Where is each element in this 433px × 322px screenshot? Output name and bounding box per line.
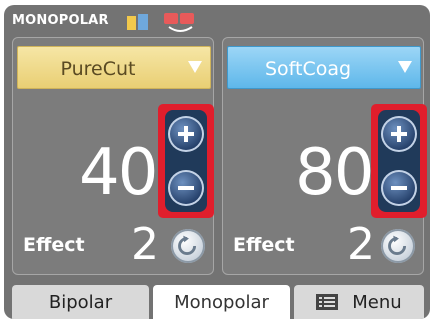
cut-effect-label: Effect xyxy=(23,234,85,256)
menu-list-icon xyxy=(316,294,339,310)
coag-increase-button[interactable] xyxy=(381,116,417,152)
plus-icon xyxy=(391,126,407,142)
coag-power-adjust-highlight xyxy=(371,104,427,218)
coag-mode-dropdown[interactable]: SoftCoag xyxy=(227,46,421,89)
tab-monopolar[interactable]: Monopolar xyxy=(153,285,290,319)
cut-effect-cycle-button[interactable] xyxy=(171,229,205,263)
caret-down-icon xyxy=(398,61,412,73)
cut-mode-dropdown[interactable]: PureCut xyxy=(17,46,211,89)
cut-panel: PureCut 40 Effect 2 xyxy=(12,37,214,275)
coag-power-value: 80 xyxy=(295,136,374,210)
battery-icon xyxy=(127,14,148,30)
cut-power-adjust xyxy=(165,110,207,212)
coag-mode-label: SoftCoag xyxy=(264,58,352,80)
tab-menu-label: Menu xyxy=(352,291,402,313)
cut-power-value: 40 xyxy=(79,136,158,210)
bottom-tab-bar: Bipolar Monopolar Menu xyxy=(4,279,430,319)
cycle-icon xyxy=(388,235,407,255)
coag-effect-cycle-button[interactable] xyxy=(381,229,415,263)
coag-effect-label: Effect xyxy=(233,234,295,256)
cut-decrease-button[interactable] xyxy=(168,170,204,206)
tab-bipolar-label: Bipolar xyxy=(48,291,113,313)
tab-menu[interactable]: Menu xyxy=(294,285,424,319)
cycle-icon xyxy=(178,235,197,255)
device-screen: MONOPOLAR PureCut 40 Effect 2 SoftCoag 8… xyxy=(0,0,433,322)
display-frame: MONOPOLAR PureCut 40 Effect 2 SoftCoag 8… xyxy=(4,5,430,319)
coag-power-adjust xyxy=(378,110,420,212)
plus-icon xyxy=(178,126,194,142)
tab-bipolar[interactable]: Bipolar xyxy=(12,285,149,319)
caret-down-icon xyxy=(188,61,202,73)
coag-effect-value: 2 xyxy=(347,219,375,270)
cut-effect-value: 2 xyxy=(131,219,159,270)
cut-mode-label: PureCut xyxy=(60,58,136,80)
mode-title: MONOPOLAR xyxy=(12,13,109,28)
minus-icon xyxy=(178,186,194,190)
cut-power-adjust-highlight xyxy=(158,104,214,218)
minus-icon xyxy=(391,186,407,190)
coag-panel: SoftCoag 80 Effect 2 xyxy=(222,37,427,275)
cut-increase-button[interactable] xyxy=(168,116,204,152)
coag-decrease-button[interactable] xyxy=(381,170,417,206)
footswitch-icon xyxy=(164,13,194,32)
tab-monopolar-label: Monopolar xyxy=(174,291,269,313)
status-bar: MONOPOLAR xyxy=(4,5,430,37)
